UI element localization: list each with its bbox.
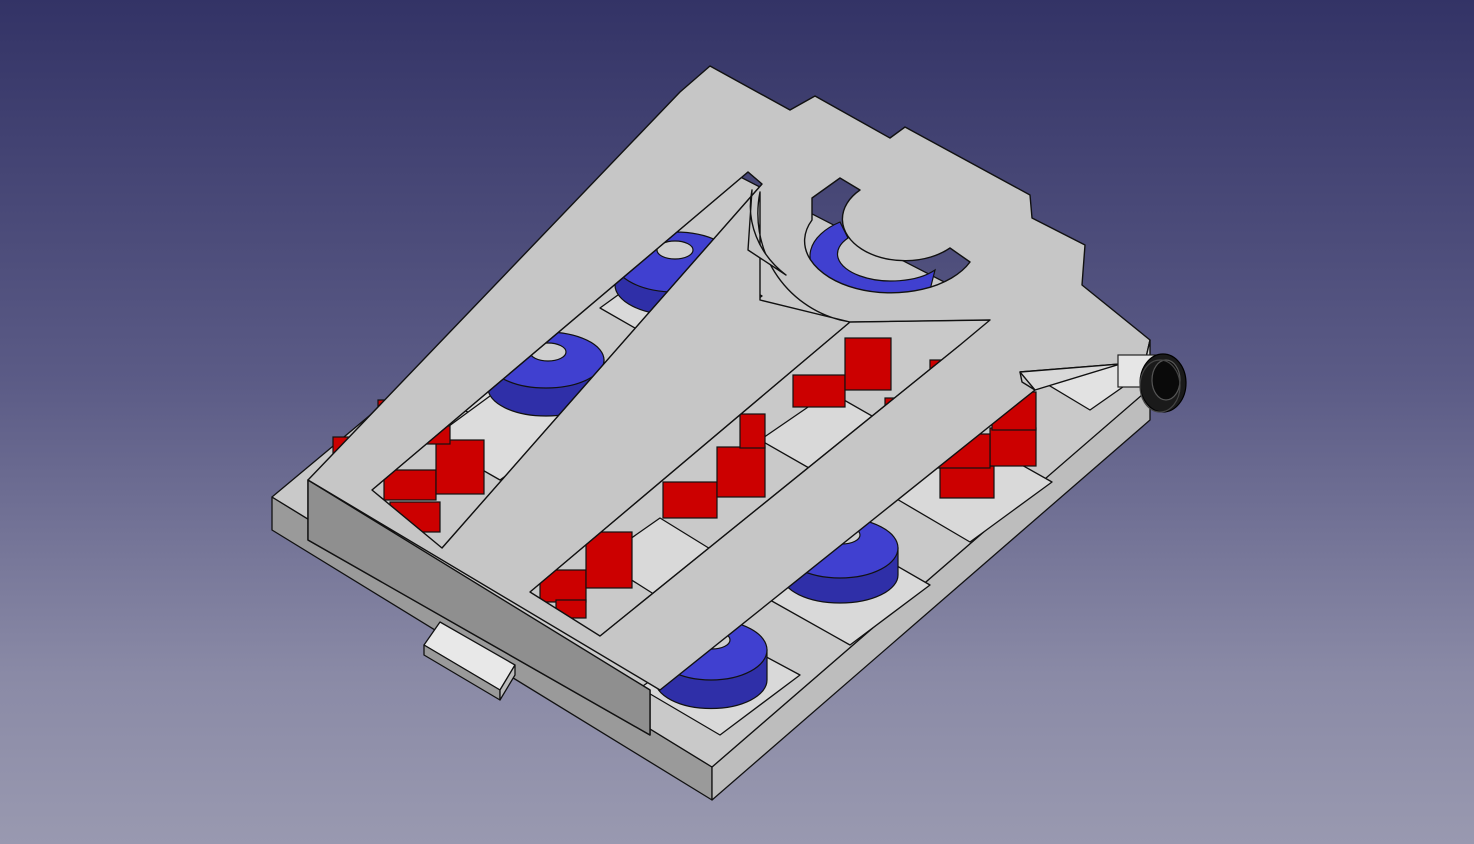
3d-viewport[interactable] (0, 0, 1474, 844)
cad-model-scene[interactable] (0, 0, 1474, 844)
